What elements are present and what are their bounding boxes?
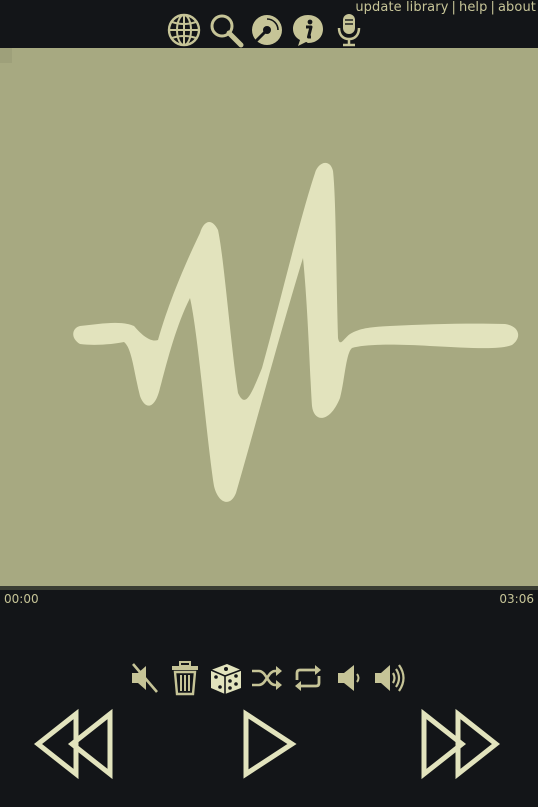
volume-down-icon[interactable] (332, 660, 366, 696)
mute-icon[interactable] (128, 660, 162, 696)
info-icon[interactable] (290, 12, 326, 48)
dice-icon[interactable] (209, 660, 243, 696)
link-separator: | (451, 0, 456, 15)
total-duration: 03:06 (499, 592, 534, 606)
rewind-icon[interactable] (34, 708, 114, 780)
help-link[interactable]: help (459, 0, 488, 15)
fast-forward-icon[interactable] (420, 708, 500, 780)
art-corner-badge (0, 48, 12, 63)
top-bar: update library | help | about (0, 0, 538, 48)
header-links: update library | help | about (355, 0, 536, 15)
elapsed-time: 00:00 (4, 592, 39, 606)
disc-icon[interactable] (249, 12, 285, 48)
album-art (0, 48, 538, 586)
waveform-logo (73, 162, 519, 502)
volume-up-icon[interactable] (373, 660, 407, 696)
search-icon[interactable] (208, 12, 244, 48)
repeat-icon[interactable] (291, 660, 325, 696)
microphone-icon[interactable] (331, 12, 367, 48)
update-library-link[interactable]: update library (355, 0, 448, 15)
shuffle-icon[interactable] (250, 660, 284, 696)
play-icon[interactable] (240, 708, 300, 780)
trash-icon[interactable] (168, 660, 202, 696)
about-link[interactable]: about (498, 0, 536, 15)
link-separator: | (490, 0, 495, 15)
progress-bar[interactable] (0, 586, 538, 590)
globe-icon[interactable] (166, 12, 202, 48)
